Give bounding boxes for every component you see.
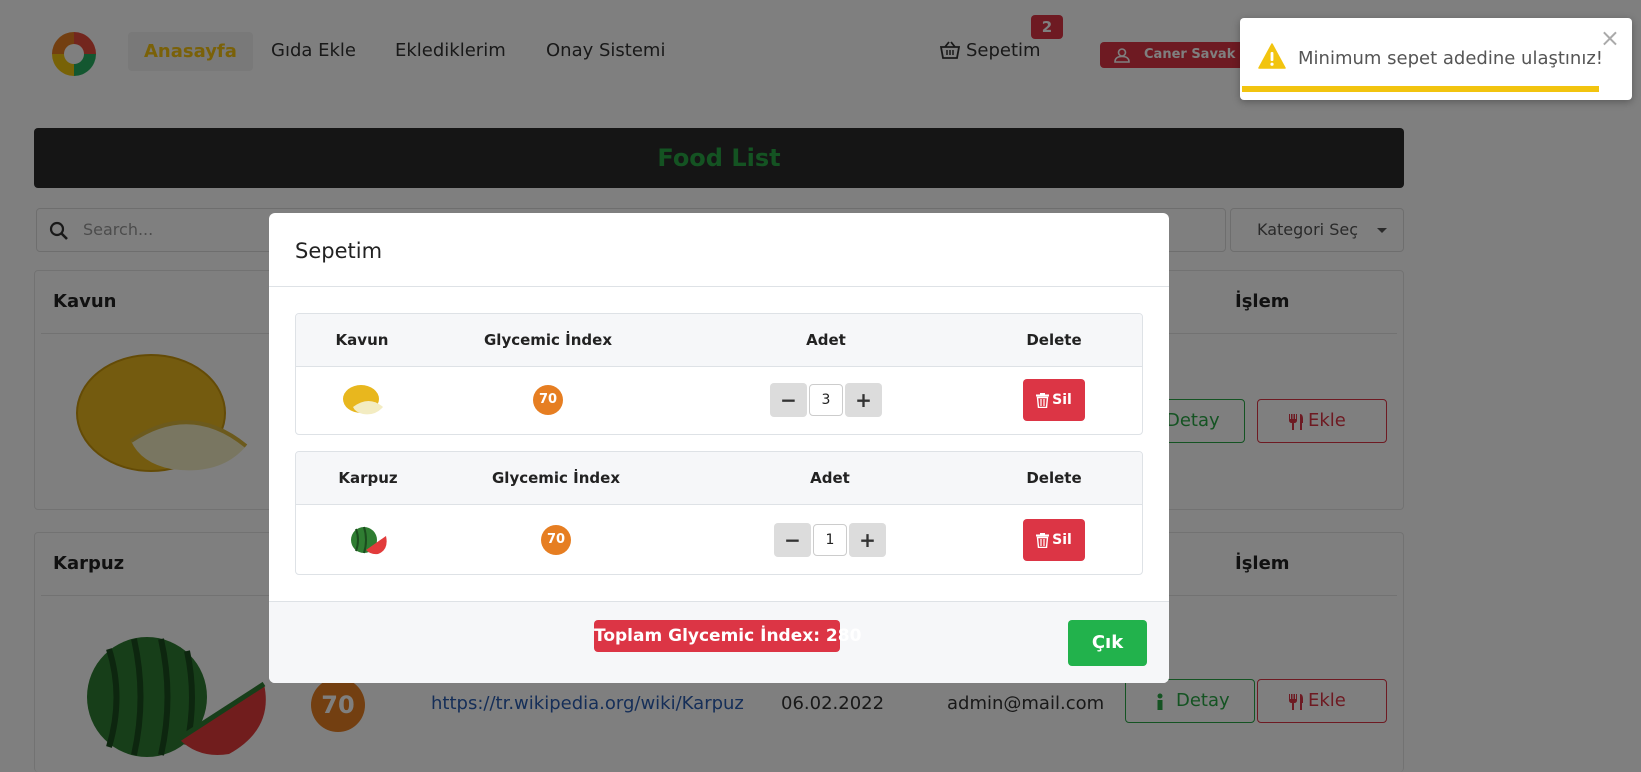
cart-item-table: Kavun Glycemic İndex Adet Delete 70 − 3 … (295, 313, 1143, 435)
decrease-button[interactable]: − (770, 383, 807, 417)
toast-message: Minimum sepet adedine ulaştınız! (1298, 48, 1603, 69)
toast-progress-bar (1242, 86, 1599, 92)
delete-button[interactable]: Sil (1023, 379, 1085, 421)
melon-icon (343, 385, 383, 415)
cart-modal: Sepetim Kavun Glycemic İndex Adet Delete… (269, 213, 1169, 683)
delete-label: Sil (1052, 392, 1072, 408)
modal-footer: Toplam Glycemic İndex: 280 Çık (269, 601, 1169, 683)
glycemic-index-badge: 70 (541, 525, 571, 555)
quantity-input[interactable]: 3 (809, 384, 843, 416)
column-name: Kavun (335, 331, 389, 349)
column-delete: Delete (1026, 469, 1082, 487)
trash-icon (1036, 532, 1050, 548)
increase-button[interactable]: + (849, 523, 886, 557)
delete-button[interactable]: Sil (1023, 519, 1085, 561)
column-gi: Glycemic İndex (491, 469, 621, 487)
glycemic-index-badge: 70 (533, 385, 563, 415)
column-qty: Adet (810, 469, 850, 487)
table-header: Karpuz Glycemic İndex Adet Delete (296, 452, 1142, 505)
delete-label: Sil (1052, 532, 1072, 548)
cart-item-table: Karpuz Glycemic İndex Adet Delete 70 − 1… (295, 451, 1143, 575)
increase-button[interactable]: + (845, 383, 882, 417)
quantity-input[interactable]: 1 (813, 524, 847, 556)
modal-title: Sepetim (295, 239, 383, 263)
column-qty: Adet (806, 331, 846, 349)
modal-header: Sepetim (269, 213, 1169, 287)
warning-toast: Minimum sepet adedine ulaştınız! × (1240, 18, 1632, 100)
decrease-button[interactable]: − (774, 523, 811, 557)
column-name: Karpuz (338, 469, 398, 487)
column-gi: Glycemic İndex (483, 331, 613, 349)
watermelon-icon (351, 526, 387, 555)
column-delete: Delete (1026, 331, 1082, 349)
close-icon[interactable]: × (1600, 24, 1620, 52)
close-modal-button[interactable]: Çık (1068, 620, 1147, 666)
quantity-stepper: − 3 + (770, 383, 882, 417)
trash-icon (1036, 392, 1050, 408)
total-glycemic-index: Toplam Glycemic İndex: 280 (594, 620, 861, 652)
table-header: Kavun Glycemic İndex Adet Delete (296, 314, 1142, 367)
quantity-stepper: − 1 + (774, 523, 886, 557)
warning-icon (1258, 43, 1286, 69)
